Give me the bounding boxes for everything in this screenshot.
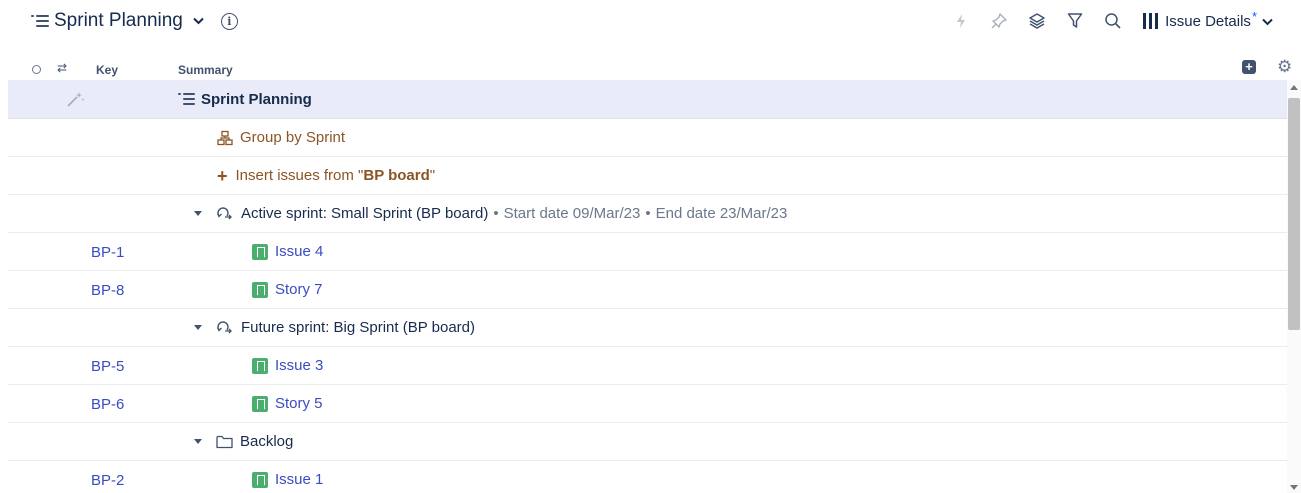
column-header-key[interactable]: Key (96, 63, 118, 77)
row-title[interactable]: Future sprint: Big Sprint (BP board) (241, 319, 475, 336)
issue-key[interactable]: BP-6 (91, 396, 124, 413)
structure-grid: Sprint Planning Group by Sprint + Insert… (8, 80, 1287, 493)
chevron-down-icon[interactable] (1262, 13, 1273, 30)
column-header-summary[interactable]: Summary (178, 63, 233, 77)
table-row[interactable]: + Insert issues from " BP board " (8, 157, 1287, 195)
column-header: ⇄ Key Summary + ⚙ (0, 56, 1301, 80)
issue-key[interactable]: BP-1 (91, 244, 124, 261)
row-summary: Issue 4 (252, 233, 323, 270)
row-summary: Story 5 (252, 385, 323, 422)
row-summary: Group by Sprint (217, 119, 345, 156)
row-summary: Backlog (194, 423, 293, 460)
view-selector[interactable]: Issue Details * (1143, 9, 1273, 30)
structure-title[interactable]: Sprint Planning (54, 10, 183, 32)
sprint-icon (216, 320, 234, 335)
sprint-icon (216, 206, 234, 221)
story-icon (252, 395, 268, 412)
columns-icon (1143, 13, 1159, 29)
table-row[interactable]: Sprint Planning (8, 80, 1287, 119)
row-summary: Story 7 (252, 271, 323, 308)
table-row[interactable]: BP-2 Issue 1 (8, 461, 1287, 493)
table-row[interactable]: BP-6 Story 5 (8, 385, 1287, 423)
scroll-down-arrow-icon[interactable] (1290, 485, 1298, 490)
insert-prefix: Insert issues from " (235, 167, 364, 184)
filter-icon[interactable] (1065, 11, 1085, 31)
info-icon[interactable]: i (220, 12, 238, 30)
row-summary: Issue 3 (252, 347, 323, 384)
story-icon (252, 243, 268, 260)
expand-caret-icon[interactable] (194, 211, 202, 216)
add-column-icon[interactable]: + (1242, 60, 1256, 74)
row-summary: Issue 1 (252, 461, 323, 493)
pin-icon[interactable] (989, 11, 1009, 31)
issue-key[interactable]: BP-8 (91, 282, 124, 299)
toolbar: Issue Details * (933, 9, 1273, 33)
sprint-end-date: End date 23/Mar/23 (655, 205, 788, 222)
group-icon (217, 130, 233, 146)
story-icon (252, 471, 268, 488)
structure-title-selector[interactable]: Sprint Planning i (30, 8, 238, 34)
issue-summary-link[interactable]: Story 7 (275, 281, 323, 298)
story-icon (252, 357, 268, 374)
table-row[interactable]: Group by Sprint (8, 119, 1287, 157)
issue-summary-link[interactable]: Issue 3 (275, 357, 323, 374)
automation-bolt-icon[interactable] (951, 11, 971, 31)
story-icon (252, 281, 268, 298)
view-modified-indicator: * (1251, 8, 1257, 24)
insert-board-name[interactable]: BP board (363, 167, 429, 184)
structure-icon (178, 92, 196, 106)
arrows-icon[interactable]: ⇄ (57, 61, 67, 75)
select-all-circle-icon[interactable] (32, 65, 41, 74)
separator-dot: • (645, 205, 651, 222)
scroll-up-arrow-icon[interactable] (1290, 85, 1298, 90)
issue-summary-link[interactable]: Issue 1 (275, 471, 323, 488)
row-summary: Future sprint: Big Sprint (BP board) (194, 309, 475, 346)
issue-summary-link[interactable]: Story 5 (275, 395, 323, 412)
row-title[interactable]: Sprint Planning (201, 91, 312, 108)
insert-suffix: " (429, 167, 436, 184)
sprint-start-date: Start date 09/Mar/23 (503, 205, 641, 222)
table-row[interactable]: Backlog (8, 423, 1287, 461)
settings-gear-icon[interactable]: ⚙ (1277, 57, 1292, 77)
vertical-scrollbar[interactable] (1287, 80, 1301, 493)
row-title[interactable]: Active sprint: Small Sprint (BP board) (241, 205, 488, 222)
plus-icon: + (217, 165, 228, 186)
table-row[interactable]: Future sprint: Big Sprint (BP board) (8, 309, 1287, 347)
magic-wand-icon[interactable] (66, 90, 86, 113)
chevron-down-icon[interactable] (193, 15, 205, 27)
row-summary: + Insert issues from " BP board " (217, 157, 435, 194)
scrollbar-thumb[interactable] (1288, 98, 1300, 330)
expand-caret-icon[interactable] (194, 439, 202, 444)
issue-summary-link[interactable]: Issue 4 (275, 243, 323, 260)
table-row[interactable]: BP-5 Issue 3 (8, 347, 1287, 385)
row-summary: Sprint Planning (178, 80, 312, 118)
table-row[interactable]: Active sprint: Small Sprint (BP board) •… (8, 195, 1287, 233)
layers-icon[interactable] (1027, 11, 1047, 31)
row-summary: Active sprint: Small Sprint (BP board) •… (194, 195, 787, 232)
row-title[interactable]: Backlog (240, 433, 293, 450)
issue-key[interactable]: BP-5 (91, 358, 124, 375)
search-icon[interactable] (1103, 11, 1123, 31)
view-label: Issue Details (1165, 12, 1251, 30)
issue-key[interactable]: BP-2 (91, 472, 124, 489)
table-row[interactable]: BP-1 Issue 4 (8, 233, 1287, 271)
separator-dot: • (493, 205, 499, 222)
table-row[interactable]: BP-8 Story 7 (8, 271, 1287, 309)
folder-icon (216, 435, 233, 449)
page-header: Sprint Planning i Issue Details * (0, 0, 1301, 44)
row-title[interactable]: Group by Sprint (240, 129, 345, 146)
structure-icon (30, 13, 50, 29)
expand-caret-icon[interactable] (194, 325, 202, 330)
